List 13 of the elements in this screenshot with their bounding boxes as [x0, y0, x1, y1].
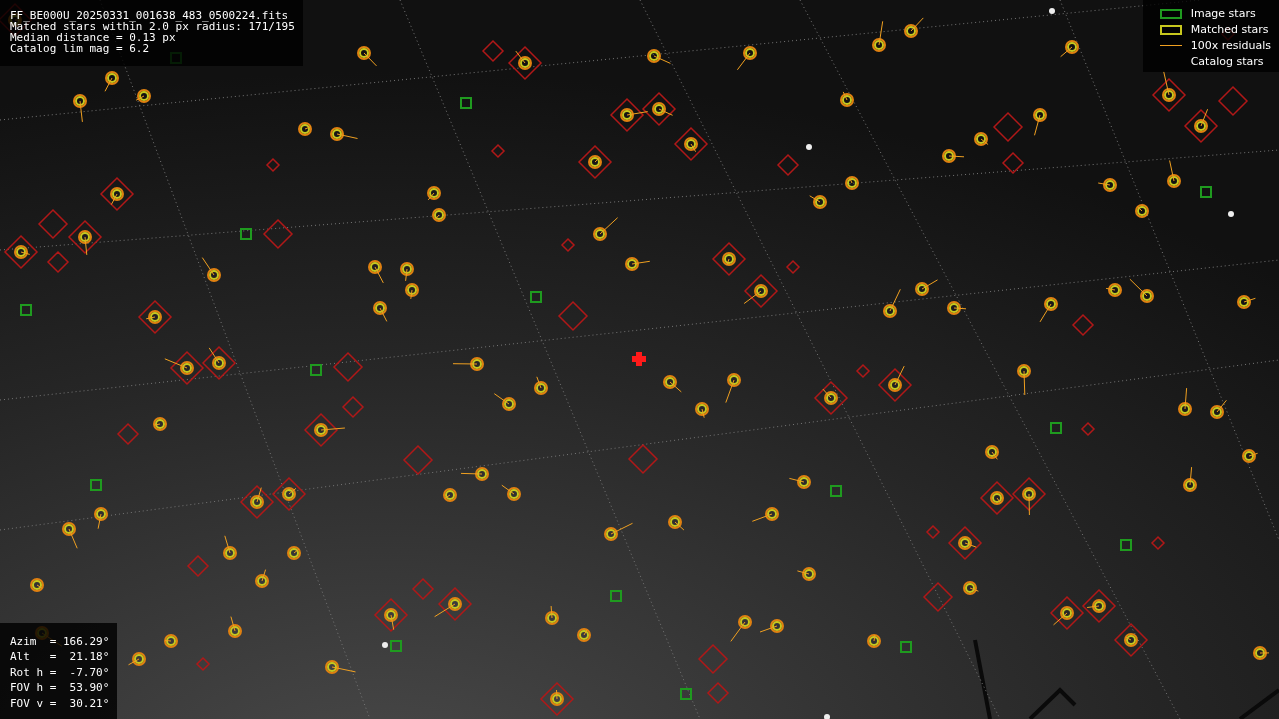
- info-text: Rot h = -7.70°: [10, 664, 110, 680]
- info-text: FOV h = 53.90°: [10, 680, 110, 696]
- legend-label: Catalog stars: [1190, 55, 1264, 68]
- info-text: Catalog lim mag = 6.2: [10, 43, 151, 54]
- info-text: FOV v = 30.21°: [10, 695, 110, 711]
- info-text: Azim = 166.29°: [10, 633, 110, 649]
- info-text: FF_BE000U_20250331_001638_483_0500224.fits: [10, 10, 290, 21]
- info-text: Alt = 21.18°: [10, 649, 110, 665]
- info-text: Matched stars within 2.0 px radius: 171/195: [10, 21, 295, 32]
- legend-label: 100x residuals: [1190, 39, 1271, 52]
- info-text: Median distance = 0.13 px: [10, 32, 176, 43]
- legend-label: Image stars: [1190, 7, 1256, 20]
- legend-label: Matched stars: [1190, 23, 1269, 36]
